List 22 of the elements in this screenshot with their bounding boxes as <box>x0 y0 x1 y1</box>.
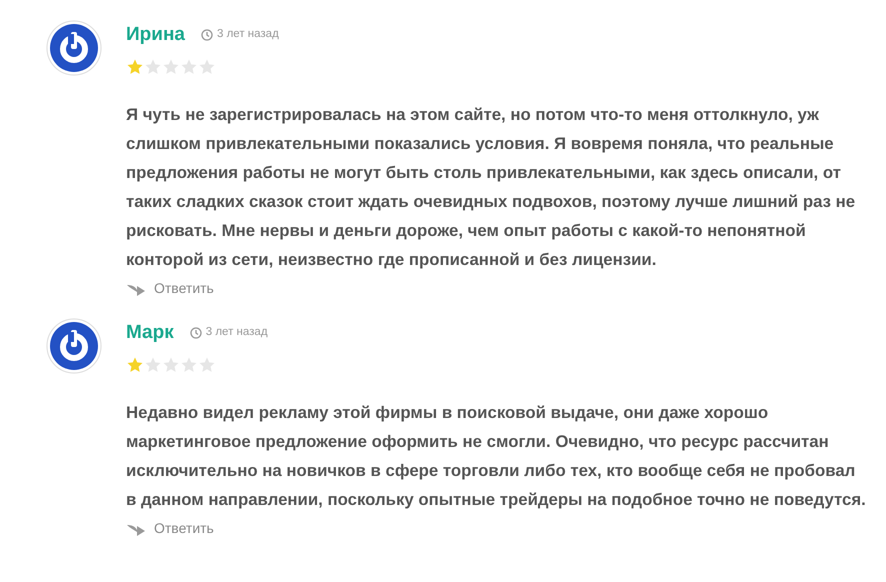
star-icon <box>198 58 216 76</box>
star-icon <box>162 356 180 374</box>
clock-icon <box>201 29 213 41</box>
comment-text: Я чуть не зарегистрировалась на этом сайте, но потом что-то меня оттолкнуло, уж слишком привлекательными показались условия. Я вовремя поняла, что реальные предложения работы не могут быть столь привлекательными, как здесь описали, от таких сладких сказок стоит ждать очевидных подвохов, поэтому лучше лишний раз не рисковать. Мне нервы и деньги дороже, чем опыт работы с какой-то непонятной конторой из сети, неизвестно где прописанной и без лицензии. <box>126 104 856 271</box>
comment-time: 3 лет назад <box>217 27 279 42</box>
star-icon <box>126 58 144 76</box>
star-icon <box>144 356 162 374</box>
reply-link[interactable]: Ответить <box>154 278 214 299</box>
author-name: Ирина <box>126 23 185 47</box>
star-icon <box>126 356 144 374</box>
star-icon <box>162 58 180 76</box>
avatar-icon <box>46 318 102 374</box>
clock-icon <box>190 327 202 339</box>
star-icon <box>180 356 198 374</box>
star-icon <box>144 58 162 76</box>
author-name: Марк <box>126 321 174 345</box>
reply-link[interactable]: Ответить <box>154 518 214 539</box>
avatar-icon <box>46 20 102 76</box>
comment-text: Недавно видел рекламу этой фирмы в поисковой выдаче, они даже хорошо маркетинговое предложение оформить не смогли. Очевидно, что ресурс рассчитан исключительно на новичков в сфере торговли либо тех, кто вообще себя не пробовал в данном направлении, поскольку опытные трейдеры на подобное точно не поведутся. <box>126 402 866 511</box>
star-icon <box>198 356 216 374</box>
star-icon <box>180 58 198 76</box>
comment-time: 3 лет назад <box>206 325 268 340</box>
